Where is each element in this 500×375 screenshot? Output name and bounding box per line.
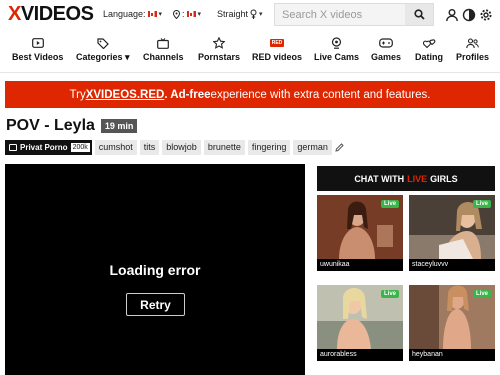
nav-pornstars[interactable]: Pornstars	[198, 36, 240, 62]
tv-icon	[157, 37, 170, 49]
nav-label: Dating	[415, 52, 443, 62]
divider	[0, 72, 500, 73]
live-badge: Live	[472, 290, 491, 298]
cam-model-name: staceyluvvv	[409, 259, 495, 271]
nav-red-videos[interactable]: RED RED videos	[252, 36, 302, 62]
canada-flag-icon	[147, 11, 157, 17]
red-promo-banner[interactable]: Try XVIDEOS.RED . Ad-free experience wit…	[5, 81, 495, 108]
logo-text: VIDEOS	[20, 3, 94, 25]
orientation-selector[interactable]: Straight ▾	[217, 9, 263, 19]
search-input[interactable]	[275, 4, 406, 25]
nav-best-videos[interactable]: Best Videos	[12, 36, 63, 62]
chevron-down-icon: ▾	[197, 11, 202, 18]
nav-channels[interactable]: Channels	[143, 36, 184, 62]
channel-name: Privat Porno	[20, 142, 68, 152]
country-label: :	[182, 9, 185, 19]
video-title-row: POV - Leyla 19 min	[6, 117, 138, 135]
tag-tits[interactable]: tits	[139, 139, 160, 155]
tag-brunette[interactable]: brunette	[203, 139, 245, 155]
tag-cumshot[interactable]: cumshot	[94, 139, 137, 155]
tv-icon	[9, 144, 17, 151]
nav-categories[interactable]: Categories ▾	[76, 36, 130, 63]
nav-label: RED videos	[252, 52, 303, 62]
red-badge-icon: RED	[269, 39, 285, 47]
location-pin-icon	[173, 9, 180, 19]
webcam-icon	[331, 37, 342, 49]
chevron-down-icon: ▾	[259, 11, 263, 18]
star-icon	[213, 37, 226, 49]
nav-dating[interactable]: Dating	[415, 36, 443, 62]
subscriber-count: 200k	[70, 142, 90, 152]
promo-post: experience with extra content and featur…	[210, 88, 431, 101]
tags-icon	[97, 37, 109, 49]
dark-mode-icon[interactable]	[462, 8, 476, 22]
header: XVIDEOS Language: ▾ : ▾ Straight ▾	[0, 0, 500, 32]
site-logo[interactable]: XVIDEOS	[8, 3, 94, 26]
cam-model-name: uwunikaa	[317, 259, 403, 271]
chat-head-post: GIRLS	[430, 173, 458, 184]
promo-link[interactable]: XVIDEOS.RED	[86, 89, 165, 101]
chevron-down-icon: ▾	[158, 11, 163, 18]
female-symbol-icon	[250, 9, 257, 19]
live-badge: Live	[380, 200, 399, 208]
nav-label: Categories	[76, 52, 123, 62]
cam-tile[interactable]: Live uwunikaa	[317, 195, 403, 271]
hearts-icon	[422, 38, 435, 48]
gamepad-icon	[379, 38, 393, 48]
search-icon	[413, 9, 425, 20]
nav-games[interactable]: Games	[371, 36, 401, 62]
nav-label: Profiles	[456, 52, 490, 62]
cam-model-name: heybanan	[409, 349, 495, 361]
nav-label: Best Videos	[12, 52, 64, 62]
loading-error-text: Loading error	[109, 262, 201, 278]
tag-german[interactable]: german	[293, 139, 332, 155]
tag-fingering[interactable]: fingering	[247, 139, 291, 155]
edit-pencil-icon[interactable]	[335, 142, 344, 152]
language-label: Language:	[103, 9, 146, 19]
promo-pre: Try	[69, 88, 86, 101]
main-nav: Best Videos Categories ▾ Channels Pornst…	[0, 36, 500, 66]
orientation-label: Straight	[217, 9, 249, 19]
live-badge: Live	[380, 290, 399, 298]
country-selector[interactable]: : ▾	[173, 9, 201, 19]
search-box	[274, 3, 434, 26]
video-tags: Privat Porno 200k cumshot tits blowjob b…	[5, 139, 344, 155]
channel-button[interactable]: Privat Porno 200k	[5, 139, 92, 155]
chat-head-live: LIVE	[407, 173, 428, 184]
logo-x: X	[8, 3, 21, 25]
language-selector[interactable]: Language: ▾	[103, 9, 162, 19]
video-player[interactable]: Loading error Retry	[5, 164, 305, 375]
gear-icon[interactable]	[479, 8, 493, 22]
users-icon	[466, 37, 479, 48]
cam-tile[interactable]: Live staceyluvvv	[409, 195, 495, 271]
play-box-icon	[31, 38, 44, 48]
duration-badge: 19 min	[100, 119, 138, 133]
user-icon[interactable]	[445, 8, 459, 22]
promo-bold: . Ad-free	[164, 88, 211, 101]
canada-flag-icon	[186, 11, 196, 17]
cam-tile[interactable]: Live heybanan	[409, 285, 495, 361]
chevron-down-icon: ▾	[125, 52, 130, 62]
nav-label: Live Cams	[314, 52, 360, 62]
live-chat-header[interactable]: CHAT WITH LIVE GIRLS	[317, 166, 495, 191]
tag-blowjob[interactable]: blowjob	[162, 139, 201, 155]
nav-label: Pornstars	[198, 52, 241, 62]
chat-head-pre: CHAT WITH	[354, 173, 405, 184]
video-title: POV - Leyla	[6, 117, 95, 134]
nav-label: Channels	[143, 52, 184, 62]
search-button[interactable]	[405, 4, 433, 25]
cam-tile[interactable]: Live aurorabless	[317, 285, 403, 361]
cam-model-name: aurorabless	[317, 349, 403, 361]
retry-button[interactable]: Retry	[126, 293, 185, 316]
nav-live-cams[interactable]: Live Cams	[314, 36, 359, 62]
nav-label: Games	[371, 52, 402, 62]
live-badge: Live	[472, 200, 491, 208]
nav-profiles[interactable]: Profiles	[456, 36, 489, 62]
